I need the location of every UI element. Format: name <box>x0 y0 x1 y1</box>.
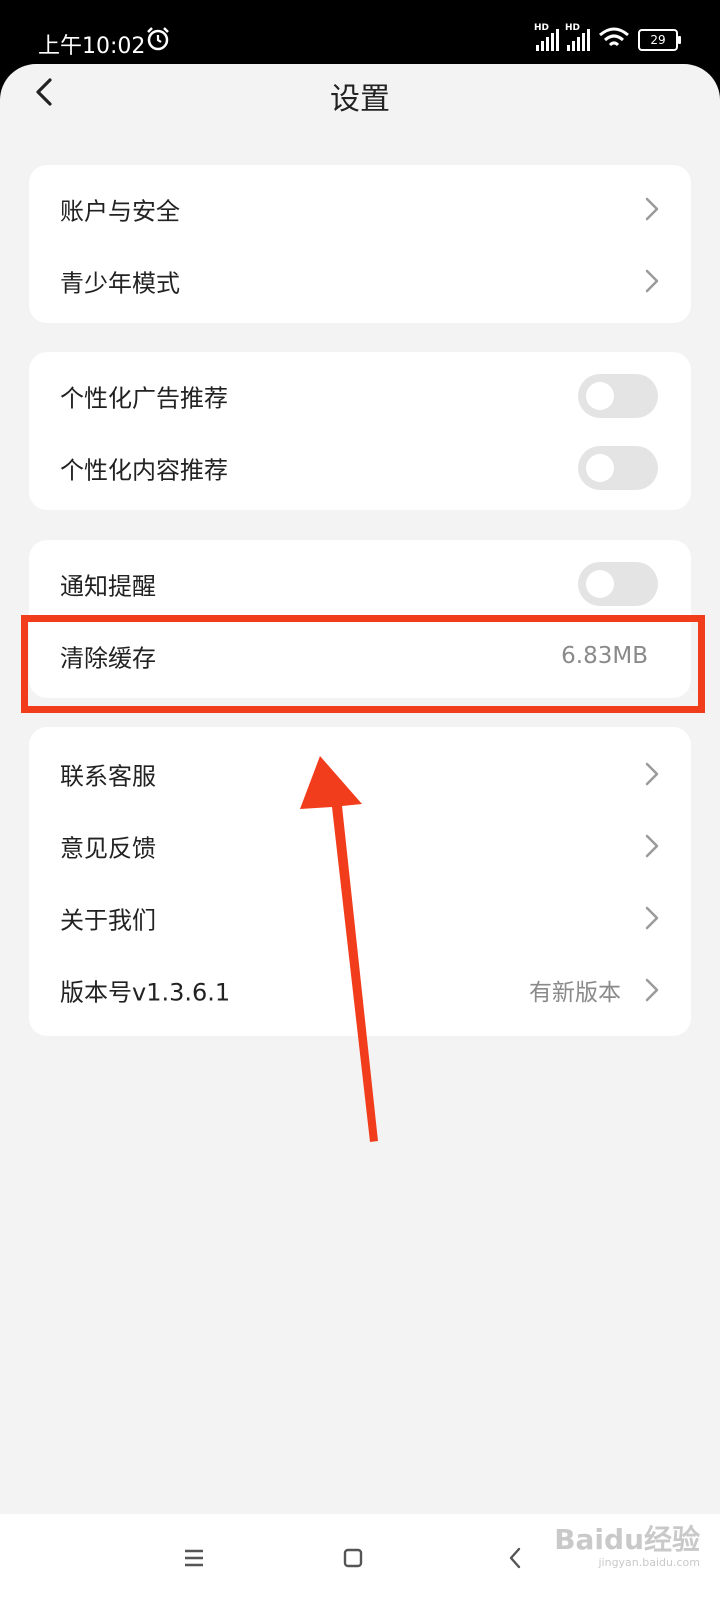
chevron-right-icon <box>645 906 659 930</box>
personalized-ads-toggle[interactable] <box>578 374 658 418</box>
header: 设置 <box>0 64 720 134</box>
signal-icon: HD <box>534 23 559 51</box>
wifi-icon <box>598 26 630 54</box>
row-label: 版本号v1.3.6.1 <box>60 978 231 1007</box>
row-label: 个性化内容推荐 <box>60 456 228 485</box>
chevron-right-icon <box>645 762 659 786</box>
baidu-watermark: Baidu经验 jingyan.baidu.com <box>554 1523 700 1570</box>
personalized-content-toggle[interactable] <box>578 446 658 490</box>
back-nav-icon[interactable] <box>496 1538 536 1578</box>
row-label: 意见反馈 <box>60 834 156 863</box>
update-available-text: 有新版本 <box>529 980 621 1006</box>
battery-icon: 29 <box>638 29 681 51</box>
settings-screen: 设置 账户与安全 青少年模式 个性化广告推荐 个性化内容推荐 通知提醒 清除缓存 <box>0 64 720 1514</box>
chevron-right-icon <box>645 834 659 858</box>
chevron-right-icon <box>645 269 659 293</box>
home-icon[interactable] <box>333 1538 373 1578</box>
row-account-security[interactable]: 账户与安全 <box>29 173 691 245</box>
settings-group-personalization: 个性化广告推荐 个性化内容推荐 <box>29 352 691 510</box>
status-bar: 上午10:02 HD HD 29 <box>0 0 720 70</box>
annotation-highlight-box <box>21 615 705 713</box>
row-personalized-content: 个性化内容推荐 <box>29 432 691 504</box>
row-label: 青少年模式 <box>60 269 180 298</box>
notifications-toggle[interactable] <box>578 562 658 606</box>
row-label: 个性化广告推荐 <box>60 384 228 413</box>
status-icons: HD HD 29 <box>534 23 681 54</box>
row-label: 账户与安全 <box>60 197 180 226</box>
chevron-right-icon <box>645 978 659 1002</box>
row-label: 联系客服 <box>60 762 156 791</box>
alarm-icon <box>145 26 171 56</box>
signal-icon: HD <box>565 23 590 51</box>
settings-group-account: 账户与安全 青少年模式 <box>29 165 691 323</box>
row-teen-mode[interactable]: 青少年模式 <box>29 245 691 317</box>
status-time: 上午10:02 <box>38 34 146 59</box>
chevron-right-icon <box>645 197 659 221</box>
system-nav-bar: Baidu经验 jingyan.baidu.com <box>0 1514 720 1600</box>
menu-icon[interactable] <box>174 1538 214 1578</box>
page-title: 设置 <box>330 82 390 117</box>
row-personalized-ads: 个性化广告推荐 <box>29 360 691 432</box>
annotation-arrow <box>300 756 378 1142</box>
row-label: 关于我们 <box>60 906 156 935</box>
row-label: 通知提醒 <box>60 572 156 601</box>
row-notifications: 通知提醒 <box>29 548 691 620</box>
